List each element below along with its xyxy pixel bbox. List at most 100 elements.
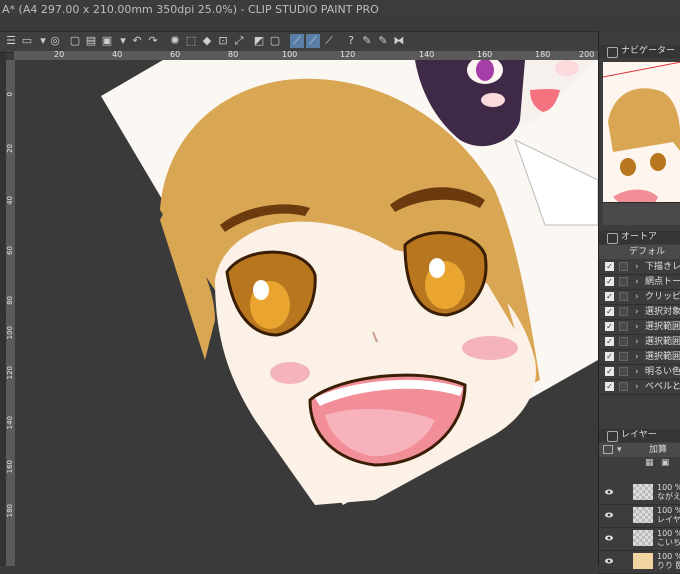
toggle-box[interactable]: [619, 367, 628, 376]
ruler-label: 180: [6, 504, 14, 518]
check-icon[interactable]: ✓: [605, 307, 614, 316]
ruler-label: 80: [6, 296, 14, 305]
snap-ruler-icon[interactable]: ⟋: [306, 34, 320, 48]
chevron-right-icon[interactable]: ›: [635, 305, 639, 319]
auto-action-item[interactable]: ✓ › ベベルとエ: [599, 380, 680, 395]
check-icon[interactable]: ✓: [605, 262, 614, 271]
flip-icon[interactable]: ⧓: [392, 34, 406, 48]
chevron-right-icon[interactable]: ›: [635, 320, 639, 334]
eye-icon[interactable]: [605, 488, 613, 496]
toggle-box[interactable]: [619, 292, 628, 301]
auto-action-label: 選択範囲: [645, 352, 680, 362]
layer-color-icon: [603, 445, 613, 454]
pen-icon[interactable]: ✎: [376, 34, 390, 48]
layer-title: レイヤー: [621, 430, 657, 440]
mask-icon[interactable]: ▣: [661, 458, 670, 468]
auto-action-item[interactable]: ✓ › 選択範囲: [599, 320, 680, 335]
open-folder-icon[interactable]: ▤: [84, 34, 98, 48]
new-file-icon[interactable]: ▢: [68, 34, 82, 48]
auto-action-set-label: デフォル: [629, 247, 666, 257]
check-icon[interactable]: ✓: [605, 292, 614, 301]
layer-row[interactable]: 100 % レイヤ: [599, 505, 680, 528]
auto-action-item[interactable]: ✓ › 選択範囲: [599, 335, 680, 350]
navigator-controls[interactable]: [603, 202, 680, 225]
layer-row[interactable]: 100 % こいち: [599, 528, 680, 551]
auto-action-item[interactable]: ✓ › 選択範囲: [599, 350, 680, 365]
blend-mode-select[interactable]: ▾ 加算: [599, 443, 680, 457]
save-icon[interactable]: ▣: [100, 34, 114, 48]
vertical-ruler: 0 20 40 60 80 100 120 140 160 180: [6, 60, 15, 566]
new-canvas-icon[interactable]: ▭: [20, 34, 34, 48]
crop-icon[interactable]: ⊡: [216, 34, 230, 48]
fill-icon[interactable]: ◆: [200, 34, 214, 48]
select-invert-icon[interactable]: ◩: [252, 34, 266, 48]
chevron-right-icon[interactable]: ›: [635, 365, 639, 379]
snap-ruler-icon[interactable]: ⟋: [290, 34, 304, 48]
eye-icon[interactable]: [605, 557, 613, 565]
chevron-right-icon[interactable]: ›: [635, 350, 639, 364]
chevron-right-icon[interactable]: ›: [635, 260, 639, 274]
toggle-box[interactable]: [619, 307, 628, 316]
check-icon[interactable]: ✓: [605, 277, 614, 286]
layer-row[interactable]: 100 % りり 臨: [599, 551, 680, 574]
navigator-preview[interactable]: [603, 62, 680, 222]
chevron-right-icon[interactable]: ›: [635, 335, 639, 349]
redo-icon[interactable]: ↷: [146, 34, 160, 48]
clear-icon[interactable]: ⬚: [184, 34, 198, 48]
toggle-box[interactable]: [619, 262, 628, 271]
auto-action-item[interactable]: ✓ › クリッピング: [599, 290, 680, 305]
window-title: A* (A4 297.00 x 210.00mm 350dpi 25.0%) -…: [2, 3, 379, 16]
auto-action-label: 網点トーン: [645, 277, 680, 287]
chevron-down-icon: ▾: [617, 445, 622, 455]
layer-opacity: 100 %: [657, 552, 680, 561]
layer-opacity: 100 %: [657, 529, 680, 538]
check-icon[interactable]: ✓: [605, 352, 614, 361]
toggle-box[interactable]: [619, 382, 628, 391]
eye-icon[interactable]: [605, 534, 613, 542]
check-icon[interactable]: ✓: [605, 337, 614, 346]
chevron-right-icon[interactable]: ›: [635, 275, 639, 289]
toggle-box[interactable]: [619, 337, 628, 346]
auto-action-item[interactable]: ✓ › 網点トーン: [599, 275, 680, 290]
check-icon[interactable]: ✓: [605, 382, 614, 391]
chevron-right-icon[interactable]: ›: [635, 380, 639, 394]
ruler-label: 60: [170, 50, 181, 59]
chevron-down-icon[interactable]: ▾: [116, 34, 130, 48]
clip-studio-icon[interactable]: ◎: [48, 34, 62, 48]
auto-action-set-select[interactable]: デフォル: [599, 245, 680, 259]
select-all-icon[interactable]: ▢: [268, 34, 282, 48]
pen-icon[interactable]: ✎: [360, 34, 374, 48]
layer-panel-header[interactable]: レイヤー: [599, 429, 680, 442]
ruler-label: 160: [6, 460, 14, 474]
auto-action-label: ベベルとエ: [645, 382, 680, 392]
menu-icon[interactable]: ☰: [4, 34, 18, 48]
auto-action-label: クリッピング: [645, 292, 680, 302]
auto-action-label: 選択範囲: [645, 337, 680, 347]
chevron-right-icon[interactable]: ›: [635, 290, 639, 304]
check-icon[interactable]: ✓: [605, 367, 614, 376]
check-icon[interactable]: ✓: [605, 322, 614, 331]
auto-action-item[interactable]: ✓ › 明るい色な: [599, 365, 680, 380]
toggle-box[interactable]: [619, 352, 628, 361]
drawing-canvas[interactable]: [15, 60, 598, 566]
layer-row[interactable]: 100 % ながえ: [599, 482, 680, 505]
undo-icon[interactable]: ↶: [130, 34, 144, 48]
ruler-icon[interactable]: ⟋: [322, 34, 336, 48]
auto-action-icon: [607, 233, 618, 244]
auto-action-item[interactable]: ✓ › 下描きレイ: [599, 260, 680, 275]
transform-icon[interactable]: ⤢: [232, 34, 246, 48]
toggle-box[interactable]: [619, 277, 628, 286]
layer-toolbar: ▦ ▣: [599, 458, 680, 470]
navigator-panel-header[interactable]: ナビゲーター: [599, 45, 680, 58]
toggle-box[interactable]: [619, 322, 628, 331]
layer-name: こいち: [657, 538, 680, 547]
lock-icon[interactable]: ▦: [645, 458, 654, 468]
layer-name: レイヤ: [657, 515, 680, 524]
loading-icon[interactable]: ✺: [168, 34, 182, 48]
auto-action-label: 選択範囲: [645, 322, 680, 332]
navigator-icon: [607, 47, 618, 58]
auto-action-panel-header[interactable]: オートア: [599, 231, 680, 244]
help-icon[interactable]: ?: [344, 34, 358, 48]
eye-icon[interactable]: [605, 511, 613, 519]
auto-action-item[interactable]: ✓ › 選択対象: [599, 305, 680, 320]
